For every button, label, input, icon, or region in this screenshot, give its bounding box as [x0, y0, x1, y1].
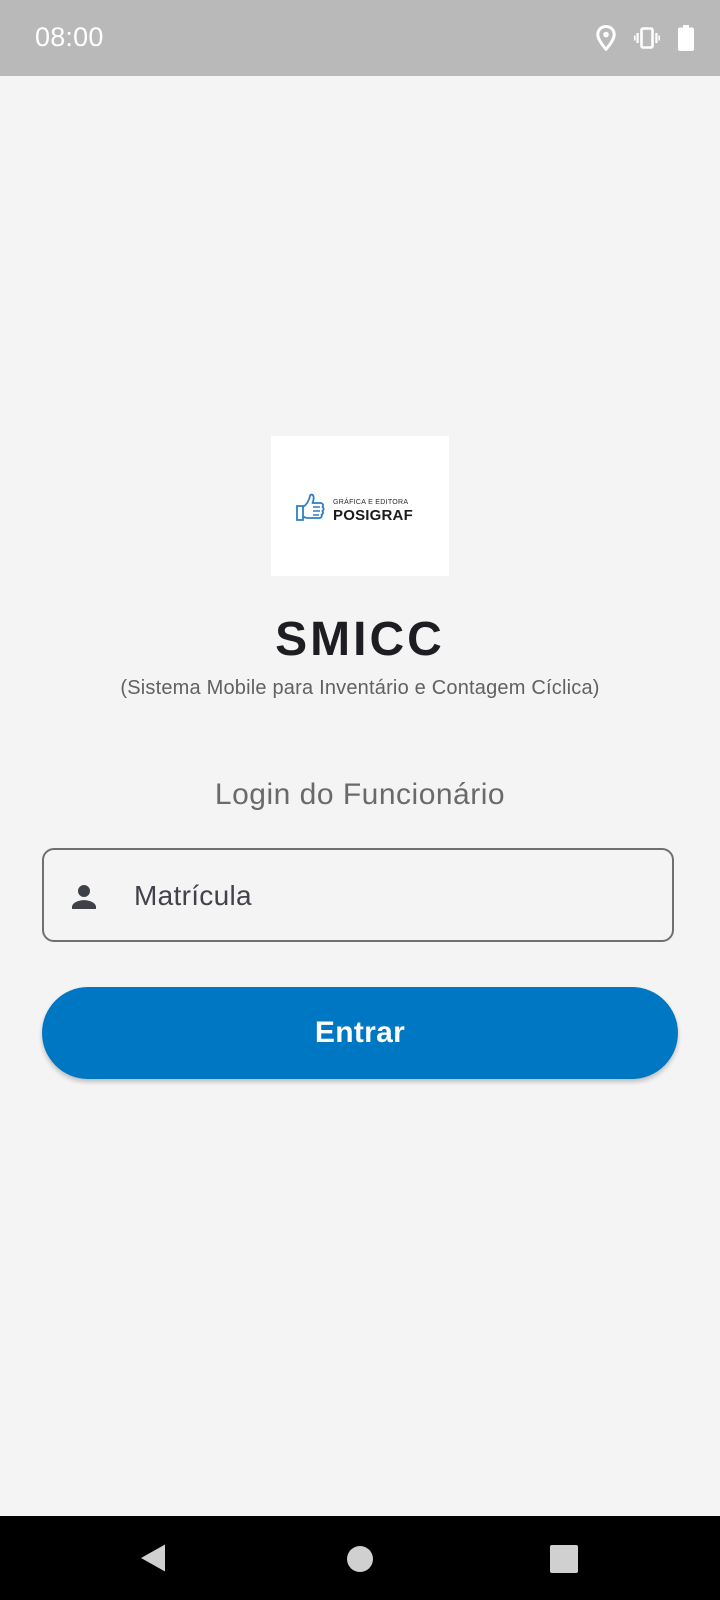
logo-subtitle: GRÁFICA E EDITORA [333, 498, 409, 506]
recents-icon[interactable] [550, 1545, 578, 1578]
back-icon[interactable] [139, 1543, 167, 1578]
app-title: SMICC [275, 613, 445, 666]
vibrate-icon [634, 27, 660, 49]
location-pin-icon [596, 25, 616, 51]
navigation-bar [0, 1516, 720, 1600]
thumbs-up-logo-icon [293, 492, 327, 529]
home-icon[interactable] [347, 1546, 373, 1577]
logo-brand: POSIGRAF [333, 506, 413, 524]
matricula-label: Matrícula [134, 880, 252, 911]
status-bar: 08:00 [0, 0, 720, 76]
battery-icon [678, 25, 694, 51]
enter-button[interactable]: Entrar [42, 987, 678, 1079]
company-logo: GRÁFICA E EDITORA POSIGRAF [271, 436, 449, 576]
app-subtitle: (Sistema Mobile para Inventário e Contag… [120, 677, 600, 699]
logo-content: GRÁFICA E EDITORA POSIGRAF [293, 492, 413, 529]
matricula-input[interactable]: Matrícula [42, 848, 674, 942]
status-icons [596, 24, 694, 52]
status-time: 08:00 [35, 22, 104, 52]
login-heading: Login do Funcionário [214, 778, 506, 811]
person-icon [68, 881, 100, 918]
logo-wordmark: GRÁFICA E EDITORA POSIGRAF [333, 499, 413, 523]
